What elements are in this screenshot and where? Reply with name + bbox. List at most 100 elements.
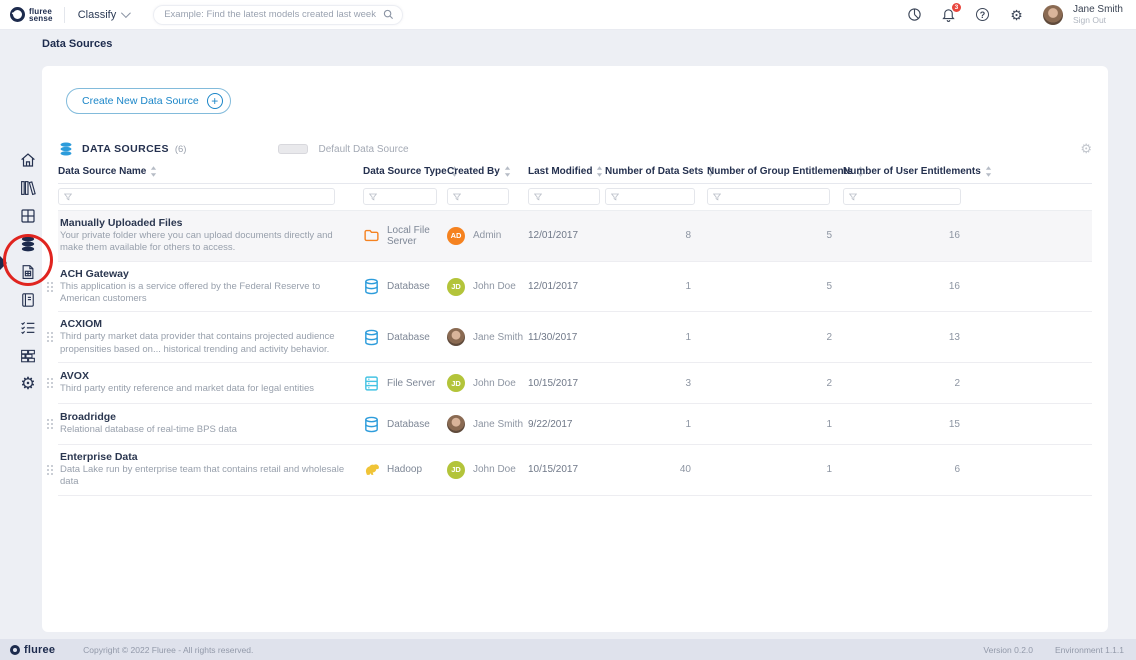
col-header-user-entitlements[interactable]: Number of User Entitlements [843,166,974,177]
col-header-group-entitlements[interactable]: Number of Group Entitlements [707,166,843,177]
notifications-bell-icon[interactable]: 3 [941,7,956,22]
data-sets-count: 1 [605,419,707,430]
search-input[interactable] [164,9,383,20]
filter-input-user-entitlements[interactable] [857,192,960,202]
group-entitlements-count: 1 [707,464,843,475]
col-header-data-sets[interactable]: Number of Data Sets [605,166,707,177]
data-source-name: ACXIOM [60,318,349,330]
sidebar-item-file-report[interactable] [19,263,37,281]
data-source-type-label: Database [387,419,430,430]
data-source-name: Broadridge [60,411,349,423]
last-modified-cell: 9/22/2017 [528,419,605,430]
data-source-type-label: Database [387,332,430,343]
plus-icon: + [207,93,223,109]
data-sets-count: 8 [605,230,707,241]
filter-input-type[interactable] [377,192,436,202]
top-bar: fluree sense Classify 3 ? ⚙ Jane Smith S… [0,0,1136,30]
data-source-type-label: Hadoop [387,464,422,475]
table-row[interactable]: ACXIOM Third party market data provider … [58,312,1092,363]
filter-funnel-icon [611,193,619,201]
create-new-data-source-button[interactable]: Create New Data Source + [66,88,231,114]
data-source-description: This application is a service offered by… [60,281,349,306]
col-header-created-by[interactable]: Created By [447,166,528,177]
sidebar-item-settings[interactable]: ⚙ [19,375,37,393]
col-header-type[interactable]: Data Source Type [363,166,447,177]
chevron-down-icon [121,8,131,18]
drag-handle-icon[interactable] [47,282,53,292]
user-entitlements-count: 16 [843,230,974,241]
filter-input-group-entitlements[interactable] [721,192,829,202]
last-modified-cell: 11/30/2017 [528,332,605,343]
table-grid-icon [19,207,37,225]
database-icon [363,278,380,295]
settings-gear-icon: ⚙ [20,375,35,393]
data-sources-card: Create New Data Source + DATA SOURCES (6… [42,66,1108,632]
sign-out-link[interactable]: Sign Out [1073,15,1123,25]
filter-funnel-icon [369,193,377,201]
drag-handle-icon[interactable] [47,419,53,429]
table-row[interactable]: Enterprise Data Data Lake run by enterpr… [58,445,1092,496]
drag-handle-icon[interactable] [47,465,53,475]
table-row[interactable]: Manually Uploaded Files Your private fol… [58,211,1092,262]
sidebar-item-tables[interactable] [19,207,37,225]
filter-input-created-by[interactable] [461,192,508,202]
sidebar-item-library[interactable] [19,179,37,197]
data-sets-count: 1 [605,281,707,292]
data-sets-count: 1 [605,332,707,343]
classify-dropdown[interactable]: Classify [78,9,129,21]
user-entitlements-count: 6 [843,464,974,475]
fluree-logo-icon [10,645,20,655]
environment-text: Environment 1.1.1 [1055,645,1124,655]
group-entitlements-count: 2 [707,378,843,389]
filter-input-name[interactable] [72,192,334,202]
creator-name: John Doe [473,464,516,475]
sidebar-item-checklist[interactable] [19,319,37,337]
creator-avatar: AD [447,227,465,245]
creator-name: Jane Smith [473,419,523,430]
last-modified-cell: 10/15/2017 [528,378,605,389]
col-header-name[interactable]: Data Source Name [58,166,363,177]
table-row[interactable]: ACH Gateway This application is a servic… [58,262,1092,313]
creator-avatar [447,415,465,433]
user-entitlements-count: 13 [843,332,974,343]
file-server-icon [363,375,380,392]
sidebar-item-catalog[interactable] [19,291,37,309]
help-icon[interactable]: ? [975,7,990,22]
data-source-type-cell: File Server [363,375,447,392]
fluree-sense-logo: fluree sense [0,7,53,22]
server-stack-icon [19,347,37,365]
hadoop-elephant-icon [363,461,380,478]
created-by-cell: JD John Doe [447,374,528,392]
drag-handle-icon[interactable] [47,332,53,342]
analytics-icon[interactable] [907,7,922,22]
checklist-icon [19,319,37,337]
last-modified-cell: 12/01/2017 [528,281,605,292]
user-name: Jane Smith [1073,5,1123,15]
sidebar-item-data-sources[interactable] [19,235,37,253]
search-bar[interactable] [153,5,403,25]
data-source-name: AVOX [60,370,349,382]
filter-input-data-sets[interactable] [619,192,694,202]
group-entitlements-count: 5 [707,230,843,241]
list-count: (6) [175,144,187,155]
footer: fluree Copyright © 2022 Fluree - All rig… [0,639,1136,660]
classify-label: Classify [78,9,117,21]
search-icon [383,9,394,20]
user-avatar[interactable] [1043,5,1063,25]
filter-funnel-icon [453,193,461,201]
created-by-cell: JD John Doe [447,278,528,296]
footer-fluree-logo: fluree [0,644,55,656]
sidebar-item-server-stack[interactable] [19,347,37,365]
drag-handle-icon[interactable] [47,378,53,388]
book-icon [19,291,37,309]
filter-input-last-modified[interactable] [542,192,599,202]
data-source-description: Third party entity reference and market … [60,383,349,395]
filter-funnel-icon [64,193,72,201]
table-settings-gear-icon[interactable]: ⚙ [1080,141,1092,157]
sidebar-item-home[interactable] [19,151,37,169]
settings-gear-icon[interactable]: ⚙ [1009,7,1024,22]
data-source-type-cell: Database [363,416,447,433]
table-row[interactable]: AVOX Third party entity reference and ma… [58,363,1092,404]
table-row[interactable]: Broadridge Relational database of real-t… [58,404,1092,445]
col-header-last-modified[interactable]: Last Modified [528,166,605,177]
